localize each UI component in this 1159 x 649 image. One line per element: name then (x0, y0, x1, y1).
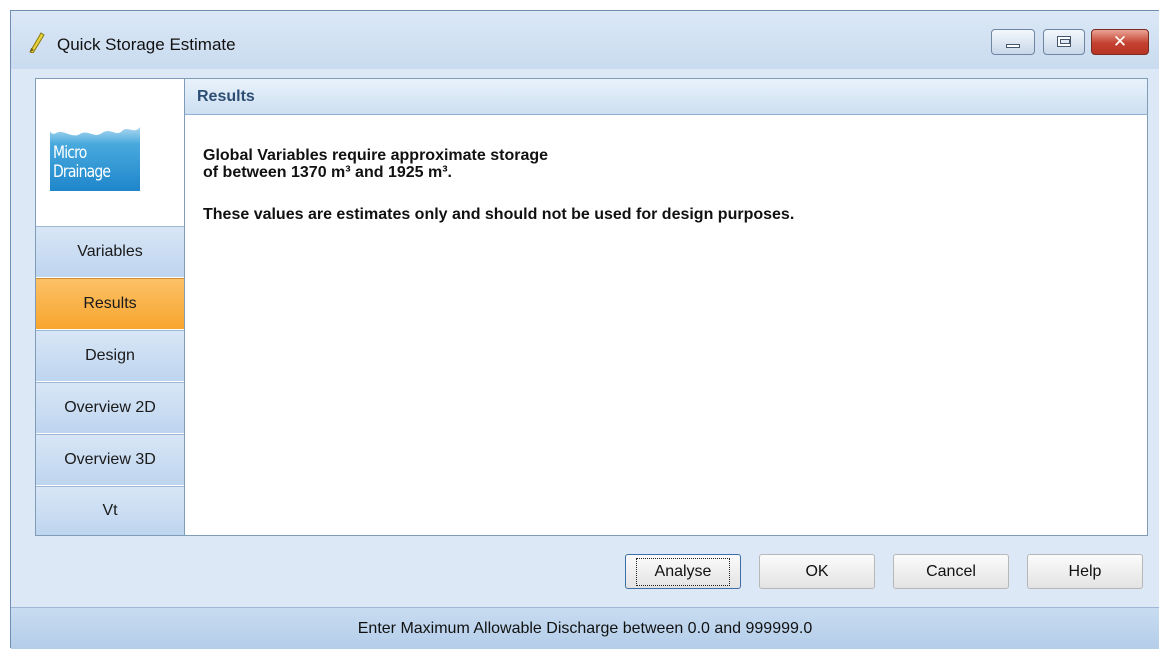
ok-button[interactable]: OK (759, 554, 875, 589)
sidebar-item-results[interactable]: Results (36, 278, 184, 329)
results-header: Results (185, 79, 1147, 115)
logo-line2: Drainage (53, 162, 111, 182)
quick-storage-estimate-window: Quick Storage Estimate ✕ Micro Drainage … (10, 10, 1159, 649)
logo-area: Micro Drainage (36, 79, 184, 216)
maximize-button[interactable] (1043, 29, 1085, 55)
cloud-icon (50, 101, 140, 136)
title-bar[interactable]: Quick Storage Estimate ✕ (11, 11, 1159, 69)
sidebar-item-overview-2d[interactable]: Overview 2D (36, 382, 184, 433)
content-frame: Micro Drainage Variables Results Design … (35, 78, 1148, 536)
micro-drainage-logo: Micro Drainage (50, 101, 140, 191)
results-disclaimer: These values are estimates only and shou… (203, 206, 795, 223)
close-icon: ✕ (1112, 32, 1128, 52)
logo-text: Micro Drainage (53, 143, 111, 182)
results-line-1: Global Variables require approximate sto… (203, 147, 549, 164)
close-button[interactable]: ✕ (1091, 29, 1149, 55)
analyse-button-label: Analyse (635, 557, 731, 586)
maximize-icon (1057, 36, 1071, 47)
sidebar: Micro Drainage Variables Results Design … (36, 79, 185, 535)
status-bar: Enter Maximum Allowable Discharge betwee… (11, 607, 1159, 649)
minimize-button[interactable] (991, 29, 1035, 55)
minimize-icon (1006, 44, 1020, 48)
status-text: Enter Maximum Allowable Discharge betwee… (357, 619, 813, 637)
help-button[interactable]: Help (1027, 554, 1143, 589)
sidebar-item-design[interactable]: Design (36, 330, 184, 381)
results-line-2: of between 1370 m³ and 1925 m³. (203, 164, 452, 181)
sidebar-item-variables[interactable]: Variables (36, 226, 184, 277)
window-title: Quick Storage Estimate (57, 35, 236, 54)
analyse-button[interactable]: Analyse (625, 554, 741, 589)
logo-line1: Micro (53, 143, 87, 163)
results-message: Global Variables require approximate sto… (203, 147, 1133, 223)
cancel-button[interactable]: Cancel (893, 554, 1009, 589)
pencil-icon (29, 32, 45, 53)
sidebar-item-overview-3d[interactable]: Overview 3D (36, 434, 184, 485)
sidebar-item-vt[interactable]: Vt (36, 486, 184, 535)
